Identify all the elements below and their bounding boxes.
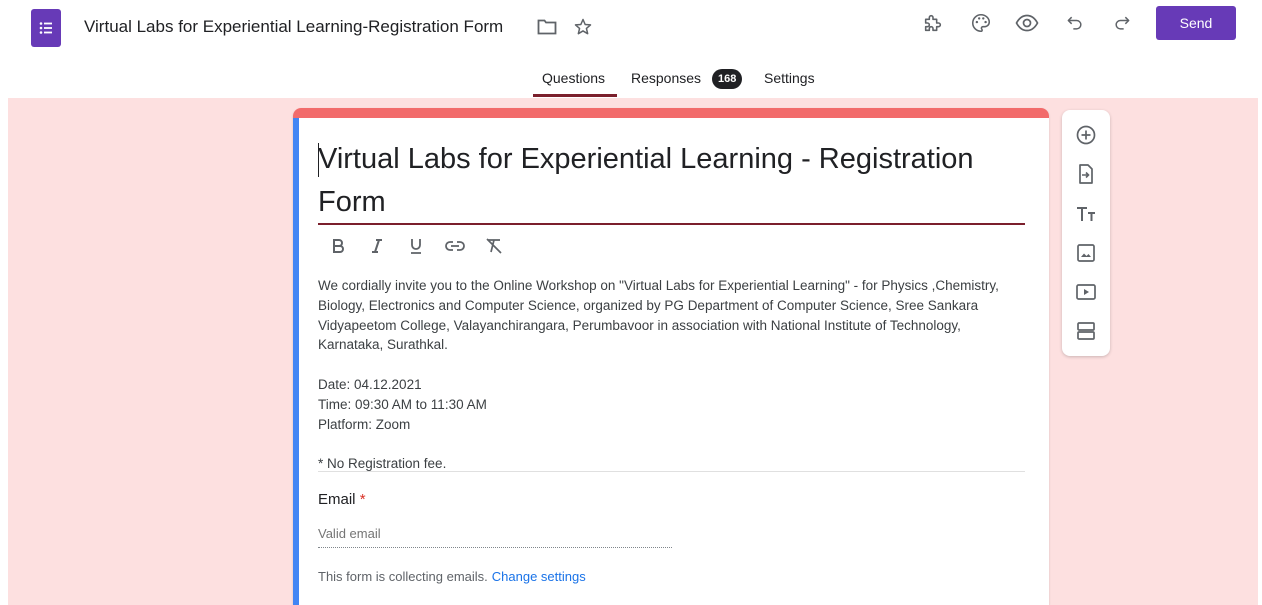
theme-color-bar xyxy=(293,108,1049,118)
email-question-label: Email * xyxy=(318,491,366,508)
addon-icon[interactable] xyxy=(920,10,946,36)
active-tab-indicator xyxy=(533,94,617,97)
import-questions-icon[interactable] xyxy=(1074,162,1098,186)
form-description[interactable]: We cordially invite you to the Online Wo… xyxy=(318,276,1028,474)
tab-responses[interactable]: Responses xyxy=(631,70,701,86)
document-title[interactable]: Virtual Labs for Experiential Learning-R… xyxy=(84,17,503,37)
link-icon[interactable] xyxy=(442,234,468,258)
add-section-icon[interactable] xyxy=(1074,319,1098,343)
forms-app-icon[interactable] xyxy=(31,9,61,47)
add-image-icon[interactable] xyxy=(1074,241,1098,265)
add-title-icon[interactable] xyxy=(1074,202,1098,226)
send-button[interactable]: Send xyxy=(1156,6,1236,40)
app-header: Virtual Labs for Experiential Learning-R… xyxy=(0,0,1262,98)
italic-icon[interactable] xyxy=(364,234,390,258)
required-asterisk: * xyxy=(359,491,366,508)
folder-icon[interactable] xyxy=(535,15,559,39)
underline-icon[interactable] xyxy=(403,234,429,258)
floating-question-toolbar xyxy=(1062,110,1110,356)
star-icon[interactable] xyxy=(571,15,595,39)
redo-icon[interactable] xyxy=(1109,10,1135,36)
add-video-icon[interactable] xyxy=(1074,280,1098,304)
form-title-input[interactable]: Virtual Labs for Experiential Learning -… xyxy=(318,138,1028,224)
undo-icon[interactable] xyxy=(1062,10,1088,36)
tab-settings[interactable]: Settings xyxy=(764,70,815,86)
email-field[interactable] xyxy=(318,526,672,548)
active-card-indicator xyxy=(293,118,299,605)
section-divider xyxy=(318,471,1025,472)
bold-icon[interactable] xyxy=(325,234,351,258)
add-question-icon[interactable] xyxy=(1074,123,1098,147)
change-settings-link[interactable]: Change settings xyxy=(492,569,586,584)
responses-count-badge: 168 xyxy=(712,69,743,89)
email-collection-note: This form is collecting emails. Change se… xyxy=(318,569,586,584)
tab-bar: Questions Responses 168 Settings xyxy=(0,62,1262,98)
tab-questions[interactable]: Questions xyxy=(542,70,605,86)
title-input-underline xyxy=(318,223,1025,225)
palette-icon[interactable] xyxy=(968,10,994,36)
clear-format-icon[interactable] xyxy=(481,234,507,258)
preview-eye-icon[interactable] xyxy=(1014,10,1040,36)
